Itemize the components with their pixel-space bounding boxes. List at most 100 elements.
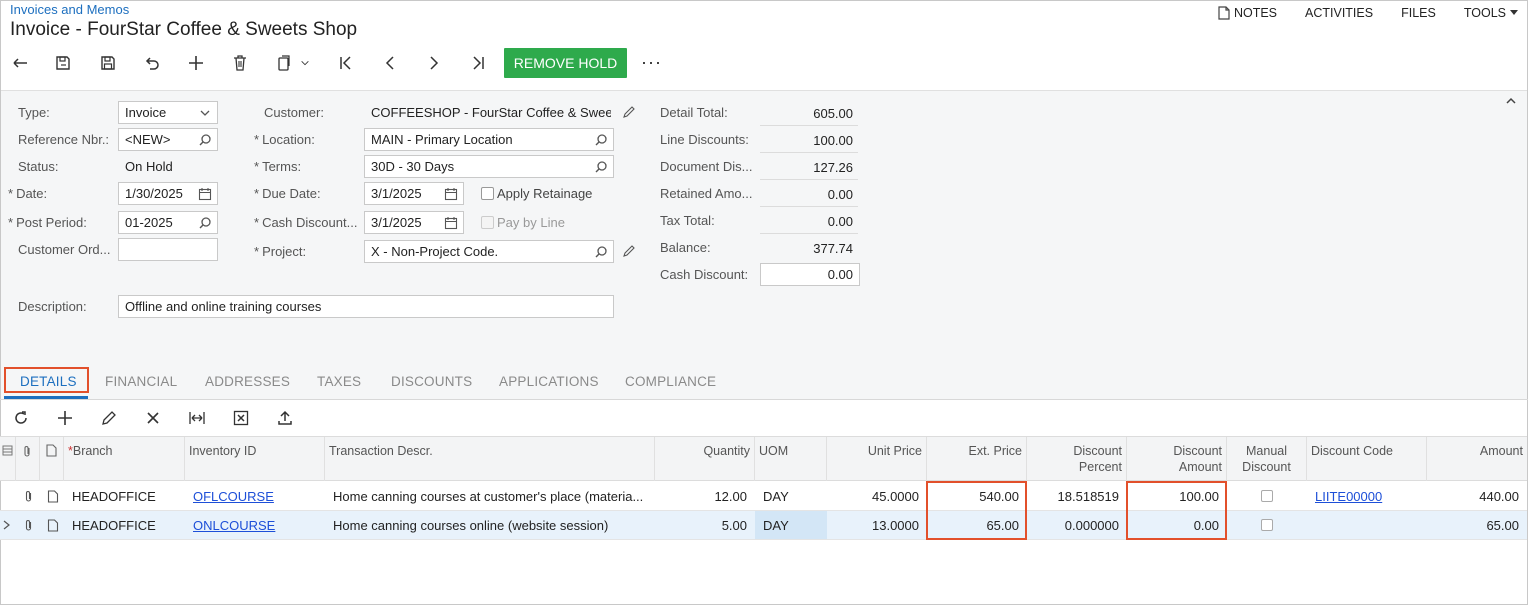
- attachment-icon[interactable]: [23, 490, 35, 503]
- terms-field[interactable]: 30D - 30 Days: [364, 155, 614, 178]
- cell-branch[interactable]: HEADOFFICE: [68, 482, 185, 510]
- cell-discount-code[interactable]: LIITE00000: [1311, 482, 1427, 510]
- tab-taxes[interactable]: TAXES: [317, 374, 361, 389]
- col-discount-amount[interactable]: Discount Amount: [1127, 437, 1227, 481]
- search-icon[interactable]: [198, 133, 212, 147]
- tab-financial[interactable]: FINANCIAL: [105, 374, 177, 389]
- tab-discounts[interactable]: DISCOUNTS: [391, 374, 472, 389]
- tab-applications[interactable]: APPLICATIONS: [499, 374, 599, 389]
- cell-discount-percent[interactable]: 18.518519: [1027, 482, 1123, 510]
- cell-unit-price[interactable]: 45.0000: [827, 482, 923, 510]
- location-field[interactable]: MAIN - Primary Location: [364, 128, 614, 151]
- cell-quantity[interactable]: 12.00: [655, 482, 751, 510]
- breadcrumb[interactable]: Invoices and Memos: [10, 2, 129, 17]
- due-date-field[interactable]: 3/1/2025: [364, 182, 464, 205]
- collapse-icon[interactable]: [1505, 95, 1517, 107]
- description-field[interactable]: Offline and online training courses: [118, 295, 614, 318]
- cell-uom[interactable]: DAY: [755, 511, 827, 539]
- edit-row-icon[interactable]: [99, 408, 119, 428]
- activities-link[interactable]: ACTIVITIES: [1305, 6, 1373, 20]
- attachment-icon[interactable]: [23, 519, 35, 532]
- cell-quantity[interactable]: 5.00: [655, 511, 751, 539]
- refresh-icon[interactable]: [11, 408, 31, 428]
- fit-columns-icon[interactable]: [187, 408, 207, 428]
- tab-details[interactable]: DETAILS: [20, 374, 77, 389]
- cash-discount-field[interactable]: 0.00: [760, 263, 860, 286]
- delete-icon[interactable]: [227, 47, 253, 79]
- calendar-icon[interactable]: [198, 187, 212, 201]
- cell-discount-percent[interactable]: 0.000000: [1027, 511, 1123, 539]
- customer-order-field[interactable]: [118, 238, 218, 261]
- calendar-icon[interactable]: [444, 187, 458, 201]
- note-icon[interactable]: [47, 519, 59, 532]
- tools-menu[interactable]: TOOLS: [1464, 6, 1518, 20]
- cell-discount-code[interactable]: [1311, 511, 1427, 539]
- col-manual-discount[interactable]: Manual Discount: [1227, 437, 1307, 481]
- row-settings-icon[interactable]: [0, 437, 16, 481]
- post-period-field[interactable]: 01-2025: [118, 211, 218, 234]
- cell-unit-price[interactable]: 13.0000: [827, 511, 923, 539]
- search-icon[interactable]: [594, 133, 608, 147]
- type-select[interactable]: Invoice: [118, 101, 218, 124]
- edit-project-icon[interactable]: [622, 244, 636, 258]
- cell-uom[interactable]: DAY: [759, 482, 827, 510]
- col-unit-price[interactable]: Unit Price: [827, 437, 927, 481]
- chevron-down-icon[interactable]: [296, 47, 314, 79]
- notes-link[interactable]: NOTES: [1218, 6, 1277, 20]
- col-discount-percent[interactable]: Discount Percent: [1027, 437, 1127, 481]
- delete-row-icon[interactable]: [143, 408, 163, 428]
- col-inventory-id[interactable]: Inventory ID: [185, 437, 325, 481]
- cash-discount-date-field[interactable]: 3/1/2025: [364, 211, 464, 234]
- col-uom[interactable]: UOM: [755, 437, 827, 481]
- search-icon[interactable]: [594, 245, 608, 259]
- more-actions-button[interactable]: ···: [641, 52, 662, 73]
- previous-record-icon[interactable]: [377, 47, 403, 79]
- table-row[interactable]: HEADOFFICE ONLCOURSE Home canning course…: [0, 511, 1527, 540]
- reference-nbr-field[interactable]: <NEW>: [118, 128, 218, 151]
- document-summary-form: Type: Invoice Reference Nbr.: <NEW> Stat…: [1, 90, 1527, 400]
- files-link[interactable]: FILES: [1401, 6, 1436, 20]
- cell-transaction-descr[interactable]: Home canning courses at customer's place…: [329, 482, 655, 510]
- save-icon[interactable]: [95, 47, 121, 79]
- apply-retainage-checkbox[interactable]: [481, 187, 494, 200]
- col-ext-price[interactable]: Ext. Price: [927, 437, 1027, 481]
- table-row[interactable]: HEADOFFICE OFLCOURSE Home canning course…: [0, 482, 1527, 511]
- status-value: On Hold: [125, 159, 173, 174]
- upload-icon[interactable]: [275, 408, 295, 428]
- save-close-icon[interactable]: [50, 47, 76, 79]
- add-row-icon[interactable]: [55, 408, 75, 428]
- tab-compliance[interactable]: COMPLIANCE: [625, 374, 716, 389]
- last-record-icon[interactable]: [465, 47, 491, 79]
- cell-inventory-id[interactable]: ONLCOURSE: [189, 511, 325, 539]
- col-quantity[interactable]: Quantity: [655, 437, 755, 481]
- undo-icon[interactable]: [139, 47, 165, 79]
- cell-inventory-id[interactable]: OFLCOURSE: [189, 482, 325, 510]
- copy-paste-icon[interactable]: [271, 47, 297, 79]
- tab-addresses[interactable]: ADDRESSES: [205, 374, 290, 389]
- remove-hold-button[interactable]: REMOVE HOLD: [504, 48, 627, 78]
- add-icon[interactable]: [183, 47, 209, 79]
- date-field[interactable]: 1/30/2025: [118, 182, 218, 205]
- customer-value[interactable]: COFFEESHOP - FourStar Coffee & Sweets Sh…: [371, 105, 611, 120]
- col-amount[interactable]: Amount: [1427, 437, 1527, 481]
- first-record-icon[interactable]: [333, 47, 359, 79]
- next-record-icon[interactable]: [421, 47, 447, 79]
- search-icon[interactable]: [198, 216, 212, 230]
- col-branch[interactable]: *Branch: [64, 437, 185, 481]
- calendar-icon[interactable]: [444, 216, 458, 230]
- search-icon[interactable]: [594, 160, 608, 174]
- note-icon[interactable]: [47, 490, 59, 503]
- page-title: Invoice - FourStar Coffee & Sweets Shop: [10, 19, 358, 40]
- cell-transaction-descr[interactable]: Home canning courses online (website ses…: [329, 511, 655, 539]
- export-excel-icon[interactable]: [231, 408, 251, 428]
- cell-amount[interactable]: 65.00: [1427, 511, 1523, 539]
- col-transaction-descr[interactable]: Transaction Descr.: [325, 437, 655, 481]
- edit-customer-icon[interactable]: [622, 105, 636, 119]
- project-field[interactable]: X - Non-Project Code.: [364, 240, 614, 263]
- col-discount-code[interactable]: Discount Code: [1307, 437, 1427, 481]
- cell-amount[interactable]: 440.00: [1427, 482, 1523, 510]
- back-icon[interactable]: [7, 47, 33, 79]
- cell-branch[interactable]: HEADOFFICE: [68, 511, 185, 539]
- manual-discount-checkbox[interactable]: [1261, 490, 1273, 502]
- manual-discount-checkbox[interactable]: [1261, 519, 1273, 531]
